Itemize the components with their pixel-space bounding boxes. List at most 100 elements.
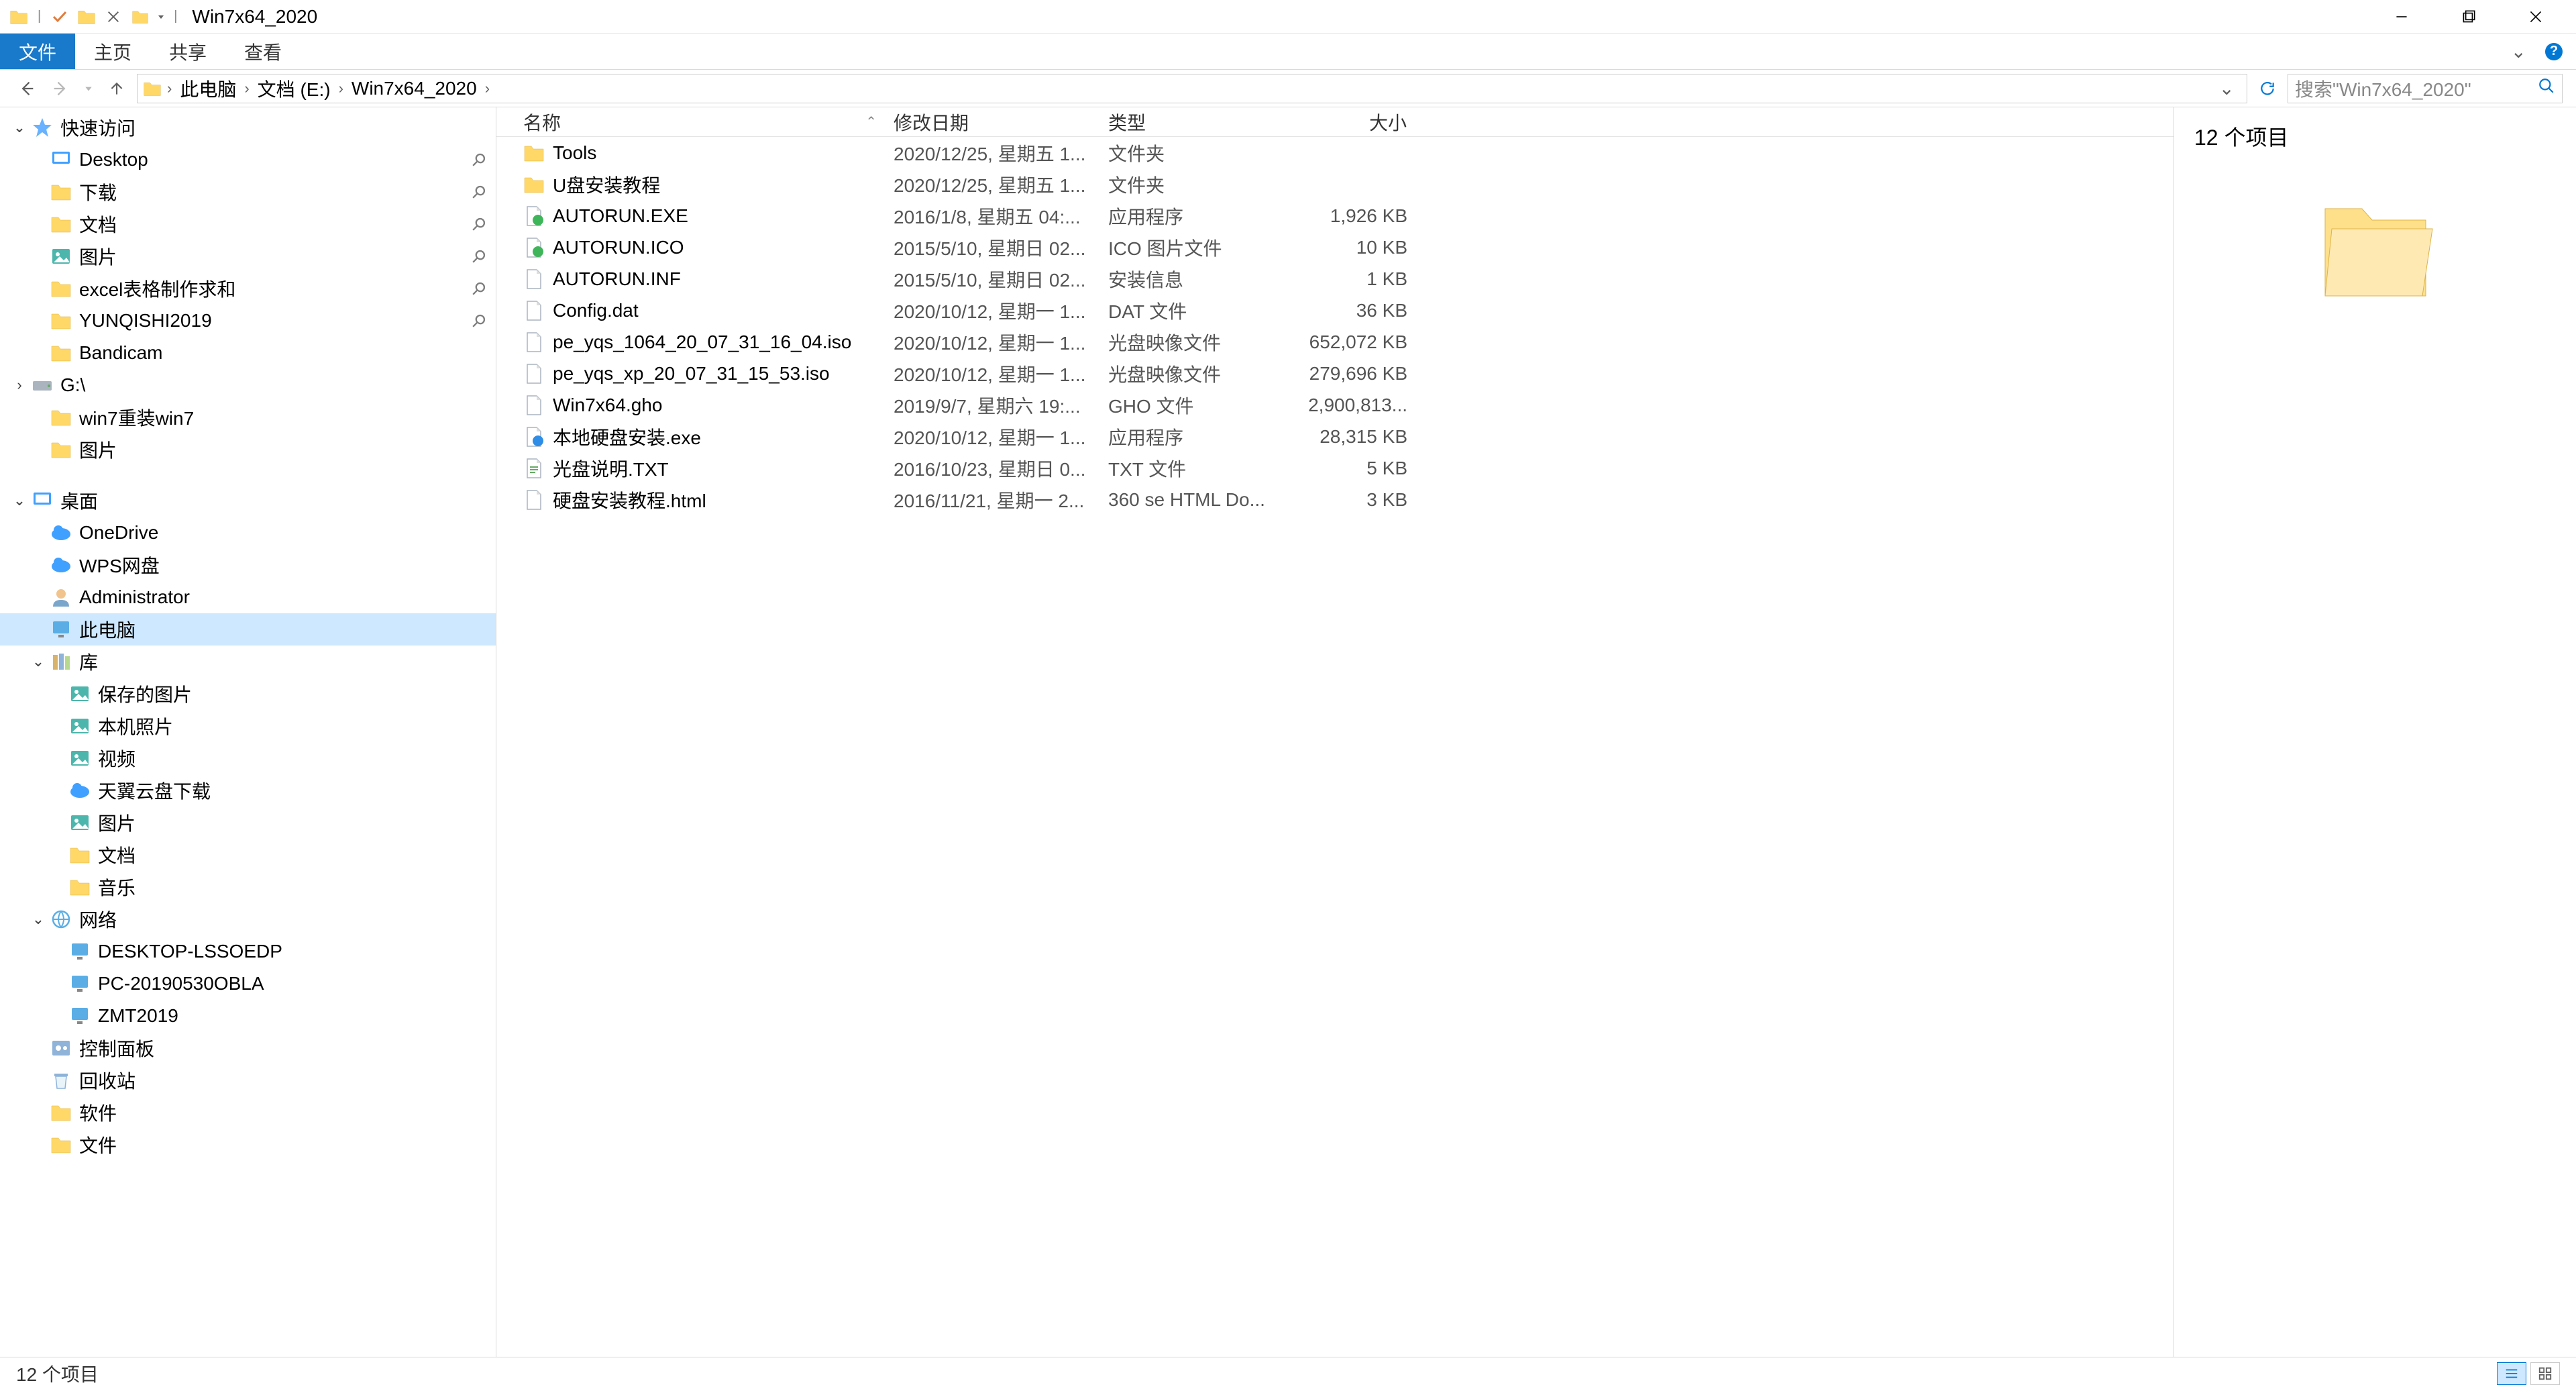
file-row[interactable]: 硬盘安装教程.html 2016/11/21, 星期一 2... 360 se … [496, 484, 2174, 515]
column-date[interactable]: 修改日期 [885, 107, 1100, 136]
file-row[interactable]: 光盘说明.TXT 2016/10/23, 星期日 0... TXT 文件 5 K… [496, 452, 2174, 484]
tree-item[interactable]: Desktop ⚲ [0, 144, 496, 176]
exe-green-icon [523, 237, 545, 258]
file-row[interactable]: 本地硬盘安装.exe 2020/10/12, 星期一 1... 应用程序 28,… [496, 421, 2174, 452]
tree-item[interactable]: 回收站 [0, 1064, 496, 1096]
close-qa-icon[interactable] [101, 5, 125, 29]
tree-label: ZMT2019 [98, 1005, 485, 1027]
details-view-button[interactable] [2497, 1362, 2526, 1385]
minimize-button[interactable] [2368, 0, 2435, 34]
nav-back-button[interactable] [13, 75, 40, 102]
tab-file[interactable]: 文件 [0, 34, 75, 69]
tree-item[interactable]: WPS网盘 [0, 549, 496, 581]
nav-up-button[interactable] [103, 75, 130, 102]
tree-item[interactable]: ZMT2019 [0, 1000, 496, 1032]
tree-item[interactable]: ⌄ 快速访问 [0, 111, 496, 144]
column-type[interactable]: 类型 [1100, 107, 1281, 136]
tree-item[interactable]: 此电脑 [0, 613, 496, 646]
tree-item[interactable]: 图片 [0, 807, 496, 839]
help-icon[interactable]: ? [2545, 43, 2563, 60]
nav-history-dropdown[interactable] [80, 75, 97, 102]
chevron-right-icon[interactable]: › [167, 80, 172, 97]
expand-icon[interactable]: ⌄ [9, 492, 30, 509]
file-row[interactable]: pe_yqs_1064_20_07_31_16_04.iso 2020/10/1… [496, 326, 2174, 358]
refresh-button[interactable] [2254, 75, 2281, 102]
column-name[interactable]: 名称⌃ [496, 107, 885, 136]
address-bar[interactable]: › 此电脑 › 文档 (E:) › Win7x64_2020 › ⌄ [137, 74, 2247, 103]
breadcrumb-item[interactable]: Win7x64_2020 [349, 78, 480, 99]
maximize-button[interactable] [2435, 0, 2502, 34]
tree-item[interactable]: PC-20190530OBLA [0, 968, 496, 1000]
file-rows[interactable]: Tools 2020/12/25, 星期五 1... 文件夹 U盘安装教程 20… [496, 137, 2174, 1357]
tree-item[interactable]: 天翼云盘下载 [0, 774, 496, 807]
tree-item[interactable]: 文件 [0, 1129, 496, 1161]
folder-icon[interactable] [7, 5, 31, 29]
tree-item[interactable]: Administrator [0, 581, 496, 613]
cell-size: 279,696 KB [1281, 363, 1415, 384]
file-row[interactable]: AUTORUN.EXE 2016/1/8, 星期五 04:... 应用程序 1,… [496, 200, 2174, 232]
app-icon[interactable] [128, 5, 152, 29]
tree-item[interactable]: DESKTOP-LSSOEDP [0, 935, 496, 968]
cell-name: Win7x64.gho [496, 395, 885, 416]
icons-view-button[interactable] [2530, 1362, 2560, 1385]
tree-item[interactable]: 下载 ⚲ [0, 176, 496, 208]
tree-item[interactable]: YUNQISHI2019 ⚲ [0, 305, 496, 337]
tree-item[interactable]: 本机照片 [0, 710, 496, 742]
expand-icon[interactable]: ⌄ [28, 911, 48, 928]
navigation-pane[interactable]: ⌄ 快速访问 Desktop ⚲ 下载 ⚲ 文档 ⚲ 图片 ⚲ excel表格制… [0, 107, 496, 1357]
folder-icon[interactable] [74, 5, 99, 29]
file-name: Tools [553, 142, 596, 164]
tree-item[interactable]: OneDrive [0, 517, 496, 549]
column-size[interactable]: 大小 [1281, 107, 1415, 136]
tree-item[interactable]: ⌄ 网络 [0, 903, 496, 935]
tree-item[interactable]: ⌄ 桌面 [0, 484, 496, 517]
cell-type: 应用程序 [1100, 423, 1281, 450]
file-row[interactable]: AUTORUN.INF 2015/5/10, 星期日 02... 安装信息 1 … [496, 263, 2174, 295]
tree-item[interactable]: › G:\ [0, 369, 496, 401]
tree-item[interactable]: 视频 [0, 742, 496, 774]
tree-item[interactable]: 音乐 [0, 871, 496, 903]
file-row[interactable]: Tools 2020/12/25, 星期五 1... 文件夹 [496, 137, 2174, 168]
file-row[interactable]: AUTORUN.ICO 2015/5/10, 星期日 02... ICO 图片文… [496, 232, 2174, 263]
tree-item[interactable]: win7重装win7 [0, 401, 496, 433]
user-icon [48, 584, 74, 610]
chevron-right-icon[interactable]: › [485, 80, 490, 97]
tree-item[interactable]: 控制面板 [0, 1032, 496, 1064]
expand-icon[interactable]: › [9, 376, 30, 394]
tree-item[interactable]: 保存的图片 [0, 678, 496, 710]
check-icon[interactable] [48, 5, 72, 29]
tree-item[interactable]: 图片 [0, 433, 496, 466]
chevron-right-icon[interactable]: › [339, 80, 343, 97]
tab-share[interactable]: 共享 [150, 34, 225, 69]
file-row[interactable]: Win7x64.gho 2019/9/7, 星期六 19:... GHO 文件 … [496, 389, 2174, 421]
qat-dropdown-icon[interactable] [155, 5, 167, 29]
chevron-right-icon[interactable]: › [244, 80, 249, 97]
breadcrumb-item[interactable]: 文档 (E:) [255, 75, 333, 102]
nav-forward-button[interactable] [47, 75, 74, 102]
close-button[interactable] [2502, 0, 2569, 34]
tree-item[interactable]: ⌄ 库 [0, 646, 496, 678]
expand-icon[interactable]: ⌄ [28, 653, 48, 670]
search-icon[interactable] [2538, 77, 2555, 99]
tree-item[interactable]: 软件 [0, 1096, 496, 1129]
tab-home[interactable]: 主页 [75, 34, 150, 69]
ribbon-expand-icon[interactable]: ⌄ [2511, 40, 2526, 62]
tree-item[interactable]: excel表格制作求和 ⚲ [0, 272, 496, 305]
cell-date: 2016/1/8, 星期五 04:... [885, 203, 1100, 229]
file-row[interactable]: Config.dat 2020/10/12, 星期一 1... DAT 文件 3… [496, 295, 2174, 326]
cell-type: 文件夹 [1100, 140, 1281, 166]
breadcrumb-item[interactable]: 此电脑 [177, 75, 239, 102]
cell-name: AUTORUN.ICO [496, 237, 885, 258]
tree-item[interactable]: Bandicam [0, 337, 496, 369]
tree-item[interactable]: 图片 ⚲ [0, 240, 496, 272]
search-input[interactable]: 搜索"Win7x64_2020" [2288, 74, 2563, 103]
tree-label: 控制面板 [79, 1035, 485, 1062]
tree-item[interactable]: 文档 [0, 839, 496, 871]
file-row[interactable]: U盘安装教程 2020/12/25, 星期五 1... 文件夹 [496, 168, 2174, 200]
tab-view[interactable]: 查看 [225, 34, 301, 69]
file-row[interactable]: pe_yqs_xp_20_07_31_15_53.iso 2020/10/12,… [496, 358, 2174, 389]
video-icon [67, 745, 93, 771]
address-dropdown-icon[interactable]: ⌄ [2219, 77, 2235, 99]
tree-item[interactable]: 文档 ⚲ [0, 208, 496, 240]
expand-icon[interactable]: ⌄ [9, 119, 30, 136]
